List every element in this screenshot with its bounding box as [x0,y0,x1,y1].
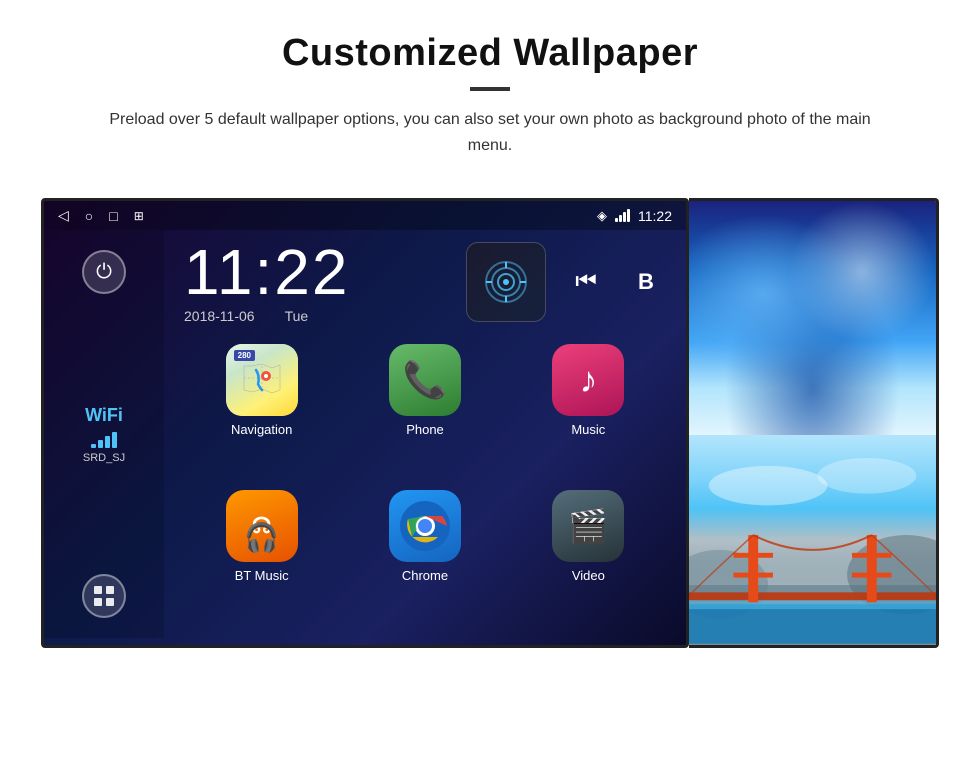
skip-prev-icon: ⏮ [575,268,597,296]
main-area: 11:22 2018-11-06 Tue [164,230,686,638]
bt-music-app-icon[interactable]: ☊ 🎧 [226,490,298,562]
clock-section: 11:22 2018-11-06 Tue [184,240,446,324]
navigation-app-icon[interactable]: 280 [226,344,298,416]
chrome-icon-shape [400,501,450,551]
app-grid: 280 Navigati [164,334,686,638]
wifi-ssid: SRD_SJ [83,452,125,464]
wallpaper-top[interactable] [689,201,936,435]
video-app-icon[interactable]: 🎬 [552,490,624,562]
clock-day-value: Tue [285,308,309,324]
bluetooth-icon-shape: B [638,269,654,295]
list-item[interactable]: ♪ Music [511,344,666,482]
list-item[interactable]: ☊ 🎧 BT Music [184,490,339,628]
phone-app-label: Phone [406,422,444,437]
wallpaper-bottom[interactable] [689,435,936,645]
map-icon [242,362,282,398]
status-bar-right: ◈ 11:22 [597,208,672,224]
clock-time: 11:22 [184,240,446,304]
skip-prev-button[interactable]: ⏮ [566,262,606,302]
music-app-label: Music [571,422,605,437]
list-item[interactable]: Chrome [347,490,502,628]
apps-grid-button[interactable] [82,574,126,618]
video-app-label: Video [572,568,605,583]
ice-cave-image [689,201,936,435]
android-screen: ◁ ○ □ ⊞ ◈ 11:22 ⏻ [41,198,689,648]
location-icon: ◈ [597,208,607,224]
left-sidebar: ⏻ WiFi SRD_SJ [44,230,164,638]
header-divider [470,87,510,91]
clock-date-value: 2018-11-06 [184,308,255,324]
navigation-app-label: Navigation [231,422,292,437]
wallpaper-panels: CarSetting [689,198,939,648]
music-app-icon[interactable]: ♪ [552,344,624,416]
chrome-app-icon[interactable] [389,490,461,562]
screenshot-icon: ⊞ [134,209,144,223]
wifi-info: WiFi SRD_SJ [83,405,125,464]
bridge-svg [689,435,936,645]
clock-date: 2018-11-06 Tue [184,308,446,324]
power-icon: ⏻ [96,261,112,284]
header-description: Preload over 5 default wallpaper options… [100,107,880,158]
wifi-bars [83,430,125,448]
home-icon: ○ [85,208,93,224]
power-button[interactable]: ⏻ [82,250,126,294]
nav-badge: 280 [234,350,255,361]
wallpaper-bottom-container: CarSetting [689,435,936,645]
status-time: 11:22 [638,208,672,224]
bluetooth-indicator[interactable]: B [626,262,666,302]
recents-icon: □ [109,208,117,224]
phone-icon-shape: 📞 [403,359,448,401]
music-icon-shape: ♪ [579,359,597,401]
radio-app-icon[interactable] [466,242,546,322]
page-header: Customized Wallpaper Preload over 5 defa… [0,0,980,178]
clock-area: 11:22 2018-11-06 Tue [164,230,686,334]
page-title: Customized Wallpaper [60,32,920,75]
bt-music-app-label: BT Music [235,568,289,583]
wifi-label: WiFi [83,405,125,426]
list-item[interactable]: 280 Navigati [184,344,339,482]
screen-content: ⏻ WiFi SRD_SJ [44,230,686,638]
video-icon-shape: 🎬 [568,507,608,545]
list-item[interactable]: 🎬 Video [511,490,666,628]
grid-icon [93,585,115,607]
phone-app-icon[interactable]: 📞 [389,344,461,416]
radio-icon [484,260,528,304]
status-bar: ◁ ○ □ ⊞ ◈ 11:22 [44,201,686,230]
chrome-app-label: Chrome [402,568,448,583]
wifi-signal-icon [615,209,630,222]
status-bar-nav: ◁ ○ □ ⊞ [58,207,144,224]
main-content: ◁ ○ □ ⊞ ◈ 11:22 ⏻ [0,178,980,678]
bridge-scene [689,435,936,645]
list-item[interactable]: 📞 Phone [347,344,502,482]
back-icon: ◁ [58,207,69,224]
headphones-icon: 🎧 [244,521,279,554]
